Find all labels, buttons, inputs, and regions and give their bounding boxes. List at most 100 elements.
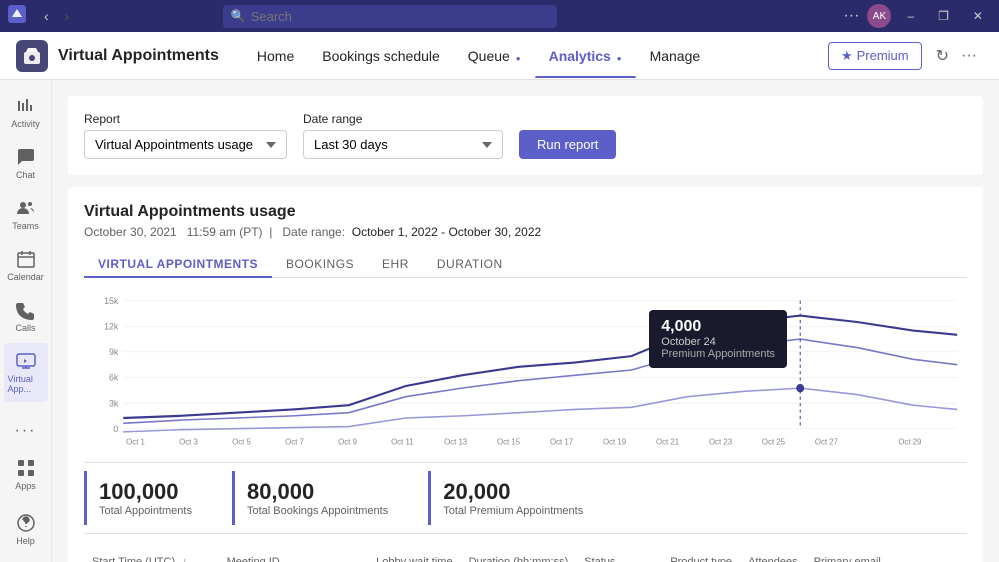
chart-tab-duration[interactable]: DURATION <box>423 251 517 277</box>
chart-section: Virtual Appointments usage October 30, 2… <box>68 187 983 562</box>
svg-text:Oct 17: Oct 17 <box>550 437 574 446</box>
chart-tab-virtual[interactable]: VIRTUAL APPOINTMENTS <box>84 251 272 277</box>
col-product-type: Product type <box>662 550 740 562</box>
sidebar-item-more[interactable]: ··· <box>4 414 48 448</box>
svg-text:Oct 7: Oct 7 <box>285 437 304 446</box>
report-controls: Report Virtual Appointments usage Date r… <box>68 96 983 175</box>
titlebar-nav: ‹ › <box>38 6 75 26</box>
chart-container: 15k 12k 9k 6k 3k 0 <box>84 290 967 450</box>
sidebar-item-apps[interactable]: Apps <box>4 450 48 499</box>
svg-text:3k: 3k <box>109 398 119 408</box>
report-form-group: Report Virtual Appointments usage <box>84 112 287 159</box>
report-select[interactable]: Virtual Appointments usage <box>84 130 287 159</box>
col-lobby-wait: Lobby wait time <box>368 550 460 562</box>
col-attendees: Attendees <box>740 550 806 562</box>
svg-text:15k: 15k <box>104 296 119 306</box>
content-area: Report Virtual Appointments usage Date r… <box>52 80 999 562</box>
chart-time: 11:59 am (PT) <box>187 225 263 239</box>
sidebar-label-calls: Calls <box>15 323 35 333</box>
sidebar-item-calendar[interactable]: Calendar <box>4 241 48 290</box>
chart-timestamp: October 30, 2021 <box>84 225 177 239</box>
chart-date-range-value: October 1, 2022 - October 30, 2022 <box>352 225 541 239</box>
stat-bookings-label: Total Bookings Appointments <box>247 505 388 517</box>
tab-bookings-schedule[interactable]: Bookings schedule <box>308 34 454 78</box>
svg-text:0: 0 <box>113 424 118 434</box>
stat-total-value: 100,000 <box>99 479 192 505</box>
teams-logo-icon <box>8 5 26 28</box>
stat-premium-value: 20,000 <box>443 479 583 505</box>
sidebar-item-help[interactable]: Help <box>4 505 48 554</box>
sidebar-item-activity[interactable]: Activity <box>4 88 48 137</box>
more-options-button[interactable]: ··· <box>955 41 983 71</box>
sidebar-item-teams[interactable]: Teams <box>4 190 48 239</box>
avatar: AK <box>867 4 891 28</box>
sidebar-label-calendar: Calendar <box>7 272 44 282</box>
chart-tooltip: 4,000 October 24 Premium Appointments <box>649 310 787 368</box>
app-icon <box>16 40 48 72</box>
back-button[interactable]: ‹ <box>38 6 55 26</box>
svg-text:Oct 13: Oct 13 <box>444 437 468 446</box>
tooltip-date: October 24 <box>661 336 775 348</box>
svg-text:Oct 11: Oct 11 <box>391 437 414 446</box>
tab-queue[interactable]: Queue ● <box>454 34 535 78</box>
premium-button[interactable]: ★ Premium <box>828 42 922 70</box>
tab-manage[interactable]: Manage <box>636 34 715 78</box>
date-select[interactable]: Last 30 days <box>303 130 503 159</box>
tooltip-type: Premium Appointments <box>661 348 775 360</box>
titlebar-actions: ··· AK – ❐ ✕ <box>843 4 991 28</box>
more-icon: ··· <box>15 422 37 440</box>
chart-title: Virtual Appointments usage <box>84 203 967 221</box>
chart-date-range-label: Date range: <box>282 225 345 239</box>
sidebar-label-virtual-app: Virtual App... <box>8 374 44 394</box>
col-email: Primary email <box>806 550 967 562</box>
chart-tab-ehr[interactable]: EHR <box>368 251 423 277</box>
chart-tab-bookings[interactable]: BOOKINGS <box>272 251 368 277</box>
restore-button[interactable]: ❐ <box>930 5 957 27</box>
sidebar: Activity Chat Teams Calendar Calls Virtu… <box>0 80 52 562</box>
table-header-row: Start Time (UTC) ↓ Meeting ID Lobby wait… <box>84 550 967 562</box>
search-bar: 🔍 <box>223 5 557 28</box>
titlebar-ellipsis[interactable]: ··· <box>843 7 859 25</box>
minimize-button[interactable]: – <box>899 5 922 27</box>
svg-text:Oct 15: Oct 15 <box>497 437 521 446</box>
nav-tabs: Home Bookings schedule Queue ● Analytics… <box>243 34 714 78</box>
main-layout: Activity Chat Teams Calendar Calls Virtu… <box>0 80 999 562</box>
svg-text:Oct 25: Oct 25 <box>762 437 786 446</box>
svg-text:Oct 29: Oct 29 <box>898 437 922 446</box>
close-button[interactable]: ✕ <box>965 5 991 27</box>
appbar: Virtual Appointments Home Bookings sched… <box>0 32 999 80</box>
chart-meta: October 30, 2021 11:59 am (PT) | Date ra… <box>84 225 967 239</box>
col-status: Status <box>576 550 662 562</box>
svg-text:9k: 9k <box>109 347 119 357</box>
sidebar-label-activity: Activity <box>11 119 40 129</box>
stat-bookings: 80,000 Total Bookings Appointments <box>232 471 412 525</box>
report-label: Report <box>84 112 287 126</box>
svg-text:Oct 9: Oct 9 <box>338 437 357 446</box>
tab-analytics[interactable]: Analytics ● <box>535 34 636 78</box>
analytics-badge: ● <box>617 54 622 63</box>
forward-button[interactable]: › <box>59 6 76 26</box>
premium-label: Premium <box>857 48 909 63</box>
queue-badge: ● <box>516 54 521 63</box>
sidebar-item-virtual-app[interactable]: Virtual App... <box>4 343 48 402</box>
stat-premium-label: Total Premium Appointments <box>443 505 583 517</box>
sidebar-item-calls[interactable]: Calls <box>4 292 48 341</box>
svg-text:12k: 12k <box>104 321 119 331</box>
svg-text:Oct 27: Oct 27 <box>815 437 839 446</box>
data-table: Start Time (UTC) ↓ Meeting ID Lobby wait… <box>84 550 967 562</box>
sort-icon: ↓ <box>182 556 188 562</box>
sidebar-label-apps: Apps <box>15 481 36 491</box>
refresh-button[interactable]: ↻ <box>930 40 955 72</box>
col-meeting-id: Meeting ID <box>219 550 369 562</box>
col-duration: Duration (hh:mm:ss) <box>461 550 577 562</box>
svg-text:Oct 23: Oct 23 <box>709 437 733 446</box>
run-report-button[interactable]: Run report <box>519 130 616 159</box>
tab-home[interactable]: Home <box>243 34 308 78</box>
stat-bookings-value: 80,000 <box>247 479 388 505</box>
chart-svg: 15k 12k 9k 6k 3k 0 <box>84 290 967 450</box>
svg-text:Oct 21: Oct 21 <box>656 437 680 446</box>
svg-text:Oct 3: Oct 3 <box>179 437 198 446</box>
sidebar-item-chat[interactable]: Chat <box>4 139 48 188</box>
date-form-group: Date range Last 30 days <box>303 112 503 159</box>
search-input[interactable] <box>223 5 557 28</box>
